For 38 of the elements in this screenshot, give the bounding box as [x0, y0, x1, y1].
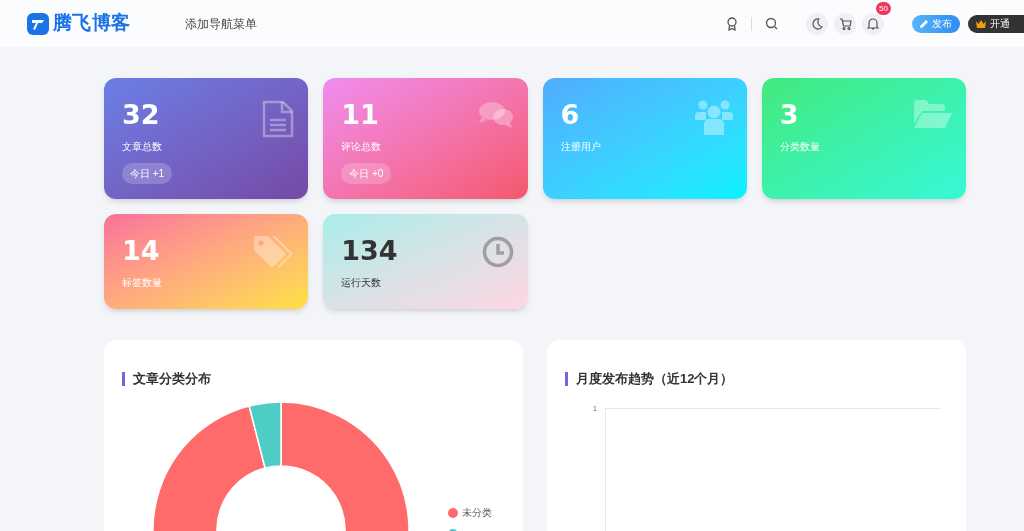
dark-mode-button[interactable]: [806, 12, 828, 35]
stat-label: 标签数量: [122, 276, 163, 290]
search-icon[interactable]: [765, 17, 778, 30]
award-icon[interactable]: [726, 16, 738, 31]
today-badge: 今日 +1: [122, 163, 173, 184]
crown-icon: [976, 19, 986, 28]
logo-icon: [27, 12, 49, 35]
panel-title: 文章分类分布: [122, 372, 505, 386]
stat-value: 134: [341, 236, 398, 266]
tags-icon: [254, 236, 295, 270]
folder-icon: [914, 100, 952, 130]
cart-button[interactable]: [834, 12, 856, 35]
vip-button[interactable]: 开通: [968, 14, 1024, 33]
brand-name[interactable]: 腾飞博客: [53, 9, 131, 38]
pencil-icon: [920, 19, 928, 28]
panel-title: 月度发布趋势（近12个月）: [565, 372, 948, 386]
stat-value: 6: [560, 100, 580, 130]
document-icon: [262, 100, 295, 138]
clock-icon: [481, 236, 514, 268]
bell-icon: [867, 17, 879, 30]
stat-label: 运行天数: [341, 276, 383, 290]
today-badge: 今日 +0: [341, 163, 392, 184]
stat-label: 文章总数: [122, 140, 163, 154]
stat-label: 注册用户: [560, 140, 602, 154]
stat-value: 14: [122, 236, 160, 266]
stat-label: 评论总数: [341, 140, 383, 154]
moon-icon: [811, 17, 823, 30]
legend-label: 未分类: [462, 506, 492, 520]
nav-link[interactable]: 添加导航菜单: [184, 14, 257, 33]
notification-button[interactable]: [862, 12, 884, 35]
notification-badge: 50: [876, 1, 891, 15]
stat-value: 32: [122, 100, 160, 130]
users-icon: [694, 100, 733, 136]
chat-bubbles-icon: [477, 100, 514, 130]
stat-value: 11: [341, 100, 379, 130]
stat-label: 分类数量: [779, 140, 821, 154]
cart-icon: [838, 17, 852, 30]
stat-value: 3: [779, 100, 799, 130]
